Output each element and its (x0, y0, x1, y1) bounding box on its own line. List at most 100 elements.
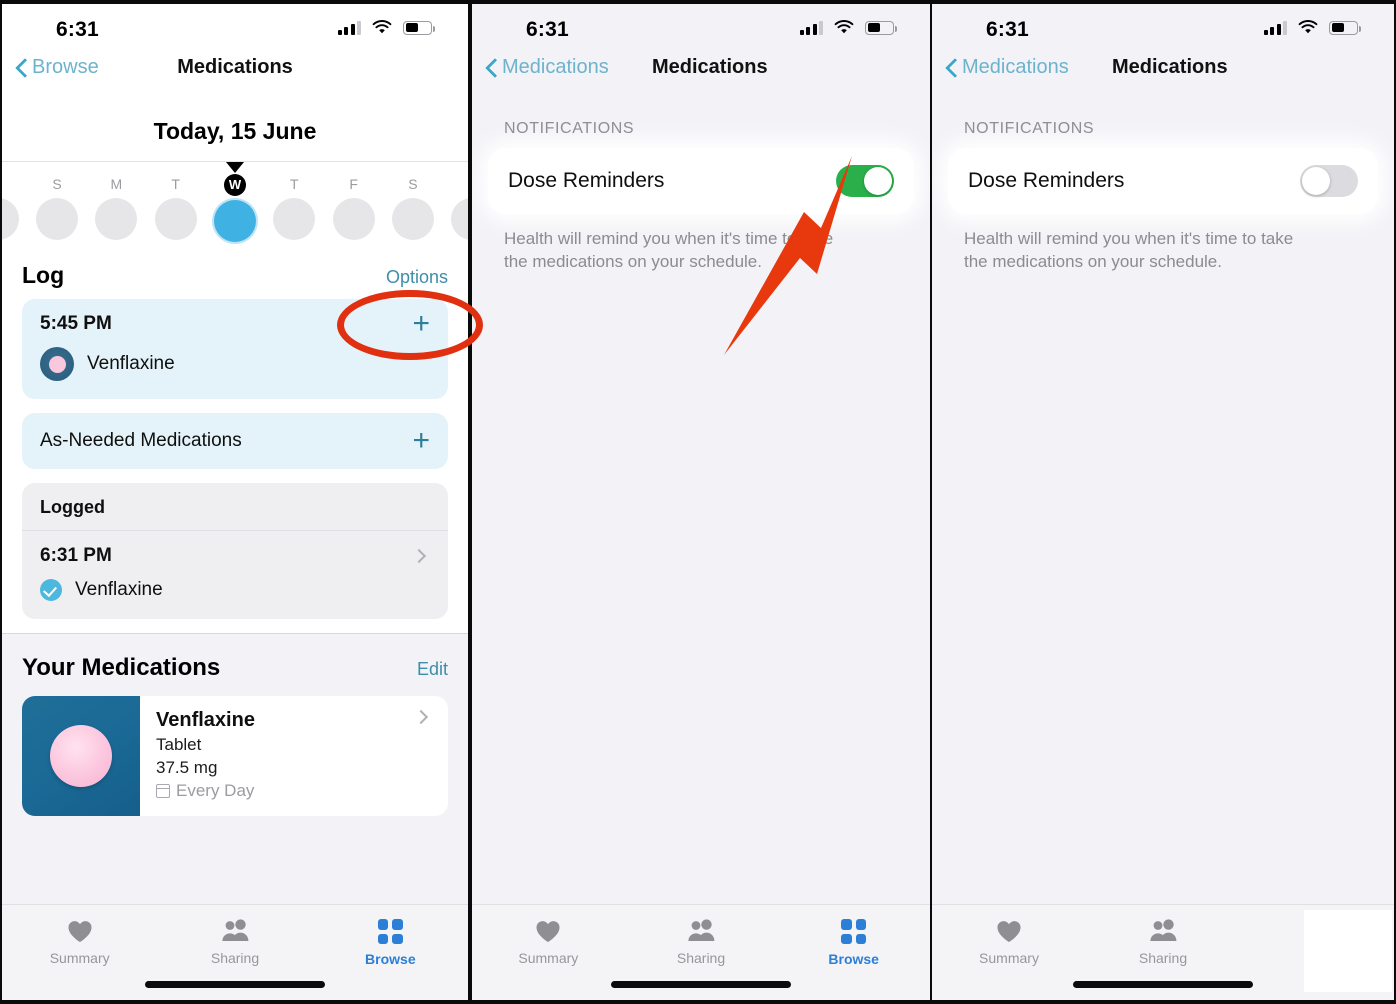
cellular-signal-icon (1263, 20, 1287, 35)
page-title: Medications (652, 56, 768, 78)
add-dose-button[interactable]: + (412, 309, 430, 339)
caret-down-icon (226, 162, 244, 173)
medication-form: Tablet (156, 735, 202, 754)
your-medications-header: Your Medications Edit (2, 648, 468, 696)
week-day[interactable]: S (443, 174, 468, 242)
scheduled-dose-time: 5:45 PM (40, 313, 112, 334)
phone-panel-dose-reminders-off: 6:31 Medications Medications NOTIFICATIO… (932, 4, 1394, 1000)
status-icons (1263, 20, 1361, 35)
dose-reminders-footnote: Health will remind you when it's time to… (964, 229, 1294, 271)
navigation-bar: Medications Medications (472, 52, 930, 98)
navigation-bar: Medications Medications (932, 52, 1394, 98)
tab-sharing[interactable]: Sharing (157, 919, 312, 966)
tab-sharing[interactable]: Sharing (1086, 919, 1240, 966)
week-day-label: T (290, 176, 299, 192)
tab-browse-label: Browse (828, 951, 879, 967)
tab-summary-label: Summary (518, 950, 579, 966)
status-bar: 6:31 (932, 4, 1394, 52)
week-day[interactable]: S (383, 174, 442, 242)
chevron-right-icon[interactable] (411, 548, 427, 564)
phone-panel-dose-reminders-on: 6:31 Medications Medications NOTIFICATIO… (472, 4, 930, 1000)
week-day[interactable]: S (2, 174, 27, 242)
week-day-dot (95, 198, 138, 240)
grid-icon (841, 919, 867, 944)
chevron-left-icon (486, 58, 497, 77)
week-day[interactable]: M (87, 174, 146, 242)
tab-summary[interactable]: Summary (2, 919, 157, 966)
logged-card[interactable]: Logged 6:31 PM Venflaxine (22, 483, 448, 619)
back-button[interactable]: Medications (946, 56, 1069, 79)
check-circle-icon (40, 579, 62, 601)
week-day[interactable]: F (324, 174, 383, 242)
tab-summary-label: Summary (49, 950, 110, 966)
dose-reminders-toggle[interactable] (1300, 165, 1358, 197)
week-day[interactable]: S (27, 174, 86, 242)
week-day[interactable]: T (146, 174, 205, 242)
medication-list-item[interactable]: Venflaxine Tablet 37.5 mg Every Day (22, 696, 448, 816)
cellular-signal-icon (337, 20, 361, 35)
tab-summary[interactable]: Summary (472, 919, 625, 966)
logged-time: 6:31 PM (40, 545, 112, 566)
tab-sharing-label: Sharing (210, 950, 260, 966)
logged-header: Logged (22, 483, 448, 531)
week-day-dot (391, 198, 434, 240)
back-button-label: Medications (502, 56, 609, 78)
phone-panel-medications-list: 6:31 Browse Medications Today, 15 June S… (2, 4, 468, 1000)
tab-summary[interactable]: Summary (932, 919, 1086, 966)
week-day[interactable]: T (265, 174, 324, 242)
week-day-dot (35, 198, 78, 240)
battery-icon (865, 20, 897, 35)
week-day-dot-selected (213, 200, 256, 242)
scheduled-dose-med: Venflaxine (22, 337, 448, 399)
tab-bar: Summary Sharing Browse (2, 904, 468, 1000)
week-day-dot (154, 198, 197, 240)
medication-schedule-label: Every Day (176, 781, 255, 800)
log-title: Log (22, 262, 65, 288)
week-day-label: M (110, 176, 123, 192)
tab-browse[interactable]: Browse (777, 919, 930, 967)
medication-dose: 37.5 mg (156, 758, 218, 777)
back-button-label: Medications (962, 56, 1069, 78)
medication-name: Venflaxine (87, 353, 175, 374)
dose-reminders-toggle[interactable] (836, 165, 894, 197)
week-day-label: S (408, 176, 418, 192)
cellular-signal-icon (799, 20, 823, 35)
notifications-group-label: NOTIFICATIONS (504, 120, 635, 137)
date-header: Today, 15 June (2, 98, 468, 161)
as-needed-card[interactable]: As-Needed Medications + (22, 413, 448, 469)
battery-icon (1329, 20, 1361, 35)
tab-browse[interactable]: Browse (313, 919, 468, 967)
tab-sharing[interactable]: Sharing (625, 919, 778, 966)
log-section-header: Log Options (2, 244, 468, 299)
week-day-label: F (349, 176, 358, 192)
people-icon (688, 919, 715, 941)
image-clip-overlay (1304, 910, 1392, 992)
dose-reminders-row[interactable]: Dose Reminders (948, 148, 1378, 214)
back-button[interactable]: Medications (486, 56, 609, 79)
scheduled-dose-card[interactable]: 5:45 PM + Venflaxine (22, 299, 448, 399)
pill-icon (40, 347, 74, 381)
dose-reminders-row[interactable]: Dose Reminders (488, 148, 914, 214)
tab-summary-label: Summary (979, 950, 1039, 966)
week-day-label: T (171, 176, 180, 192)
heart-icon (997, 921, 1021, 942)
edit-button[interactable]: Edit (417, 659, 448, 680)
heart-icon (68, 921, 92, 942)
people-icon (1150, 919, 1177, 941)
screenshot-stage: 6:31 Browse Medications Today, 15 June S… (0, 0, 1396, 1004)
as-needed-row: As-Needed Medications + (22, 413, 448, 469)
medication-details: Venflaxine Tablet 37.5 mg Every Day (140, 696, 448, 816)
status-icons (799, 20, 897, 35)
options-button[interactable]: Options (386, 267, 448, 288)
heart-icon (536, 921, 560, 942)
dose-reminders-label: Dose Reminders (508, 169, 665, 192)
week-day-today[interactable]: W (205, 174, 264, 242)
week-strip[interactable]: S S M T W T F S S (2, 162, 468, 244)
battery-icon (403, 20, 435, 35)
week-day-label: W (223, 174, 246, 196)
week-day-dot (332, 198, 375, 240)
add-as-needed-button[interactable]: + (412, 426, 430, 456)
dose-reminders-footnote: Health will remind you when it's time to… (504, 229, 834, 271)
home-indicator (145, 981, 325, 988)
home-indicator (611, 981, 791, 988)
